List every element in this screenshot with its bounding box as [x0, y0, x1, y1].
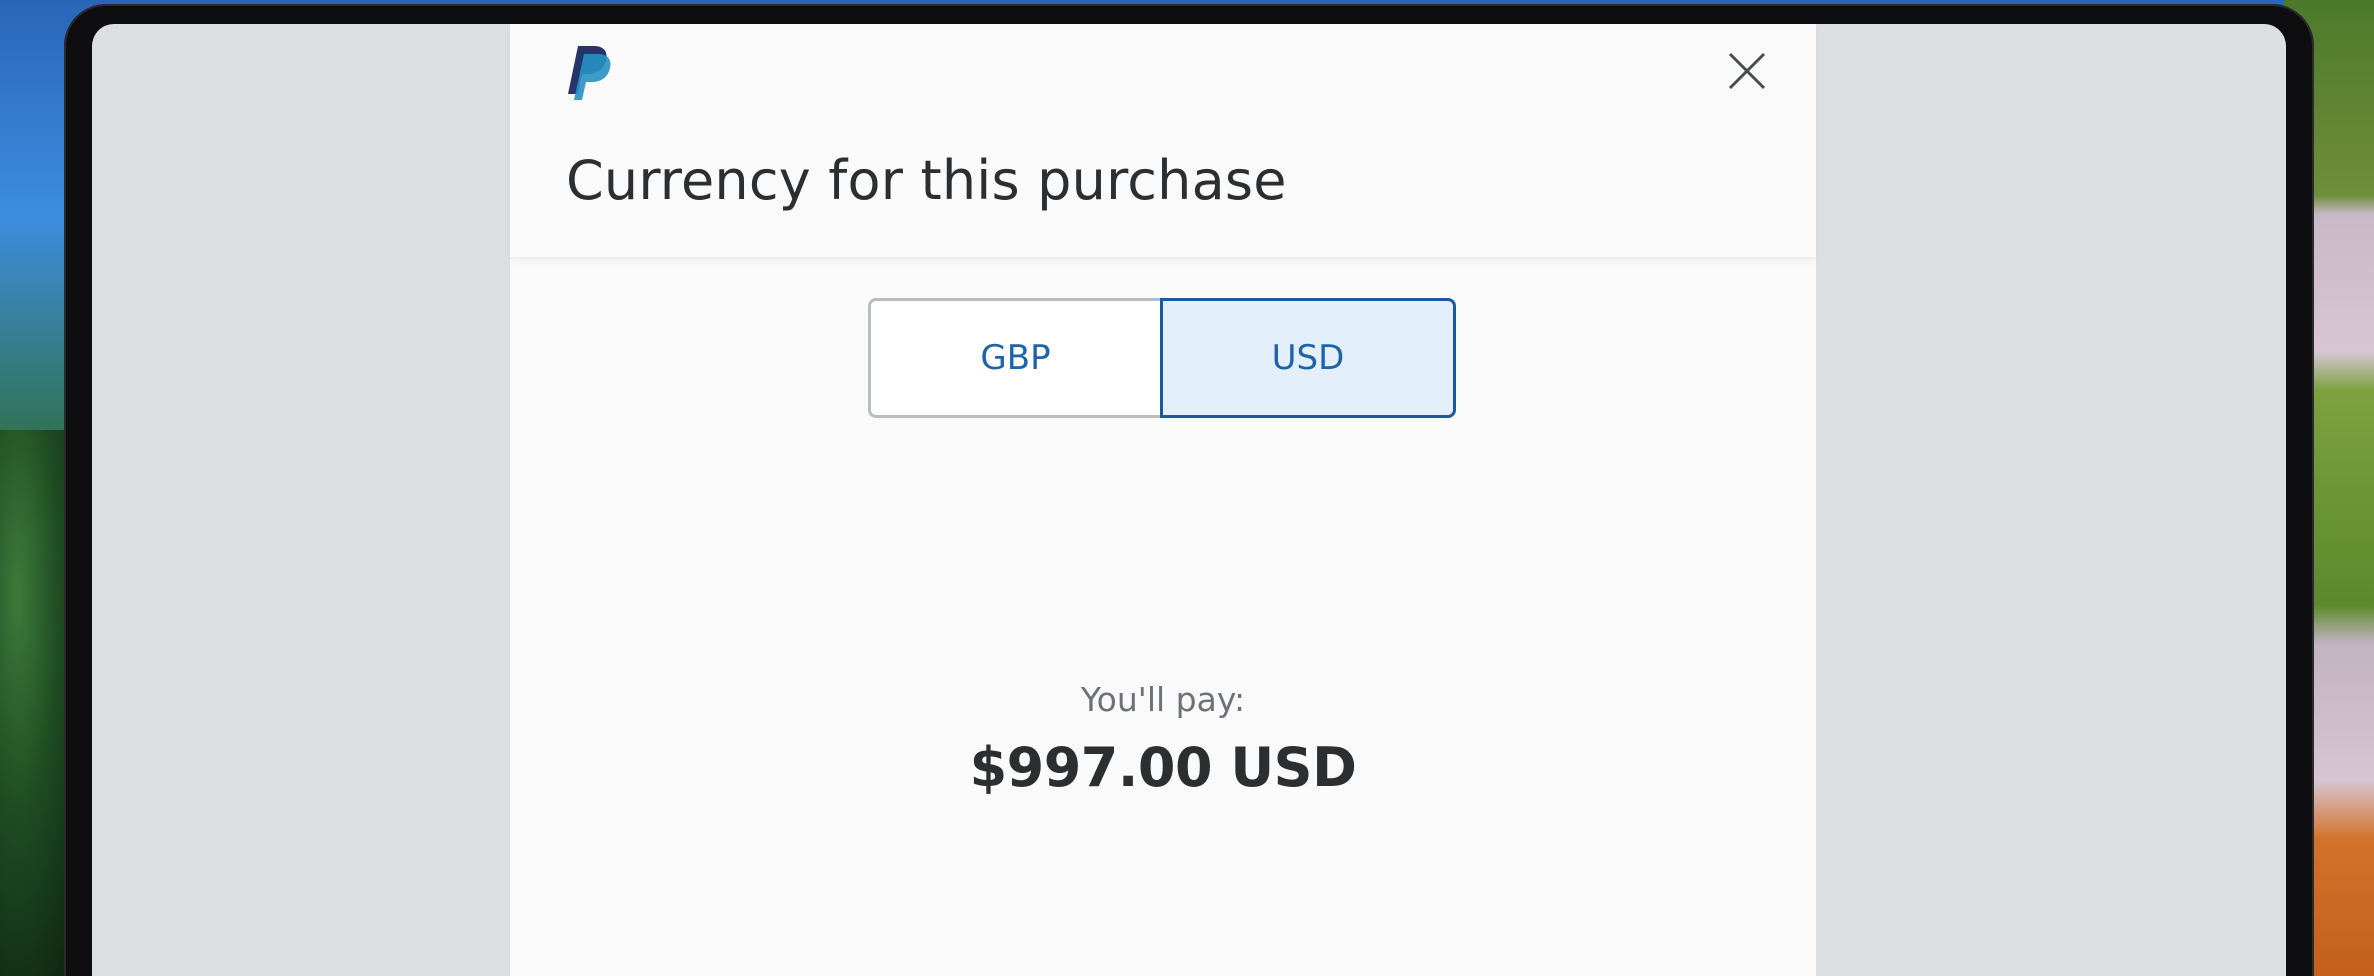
currency-option-usd[interactable]: USD	[1160, 298, 1456, 418]
pay-amount: $997.00 USD	[969, 736, 1357, 799]
photo-scene: Currency for this purchase GBP USD You'l…	[0, 0, 2374, 976]
paypal-logo-icon	[564, 42, 614, 102]
currency-toggle: GBP USD	[868, 298, 1456, 418]
currency-option-gbp[interactable]: GBP	[868, 298, 1160, 418]
modal-title: Currency for this purchase	[566, 149, 1287, 212]
modal-header: Currency for this purchase	[510, 24, 1816, 259]
pay-label: You'll pay:	[1080, 680, 1246, 719]
close-icon[interactable]	[1724, 48, 1770, 94]
currency-modal: Currency for this purchase GBP USD You'l…	[510, 24, 1816, 976]
laptop-screen: Currency for this purchase GBP USD You'l…	[92, 24, 2286, 976]
